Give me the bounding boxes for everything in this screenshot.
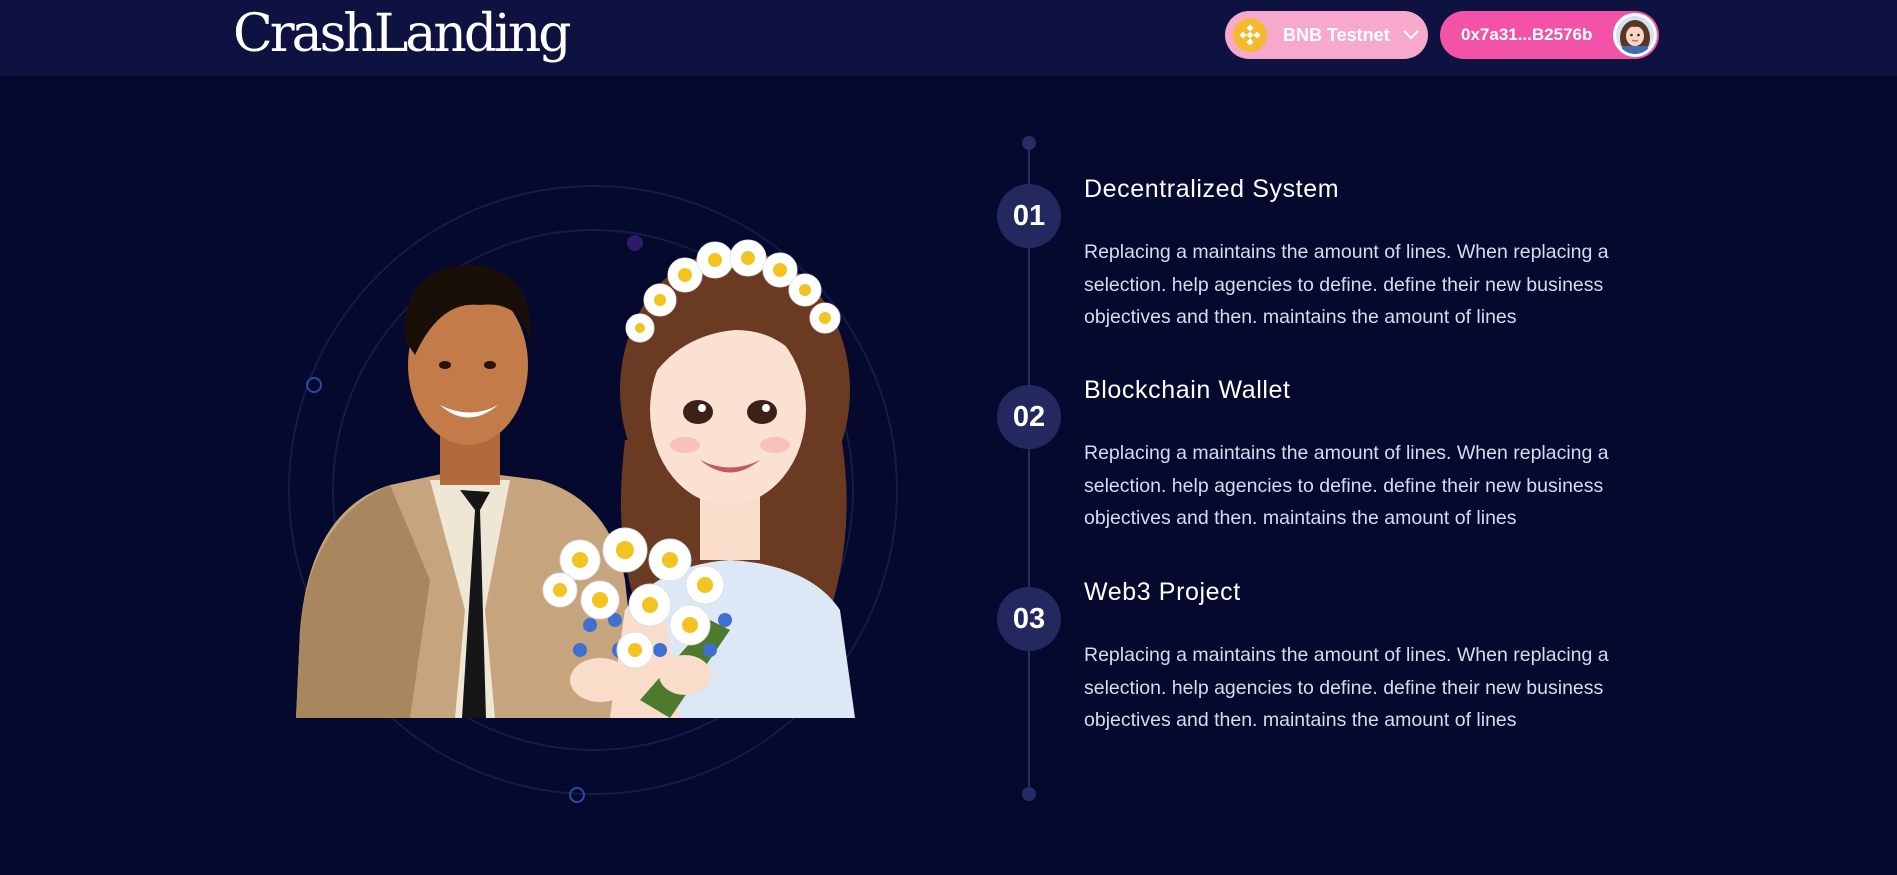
couple-with-flowers-illustration [280,180,920,820]
chevron-down-icon [1402,26,1420,44]
bnb-coin-icon [1233,18,1267,52]
feature-description: Replacing a maintains the amount of line… [1084,644,1609,731]
feature-title: Blockchain Wallet [1084,376,1291,404]
wallet-button[interactable]: 0x7a31...B2576b [1440,11,1659,59]
top-header: CrashLanding BNB Testnet 0x7a31...B2576b [0,0,1897,76]
feature-number-badge: 01 [997,184,1061,248]
network-label: BNB Testnet [1283,24,1390,45]
timeline-start-dot [1022,136,1036,150]
wallet-address: 0x7a31...B2576b [1461,25,1593,44]
feature-title: Web3 Project [1084,578,1241,606]
timeline-end-dot [1022,787,1036,801]
feature-number-badge: 02 [997,385,1061,449]
feature-description: Replacing a maintains the amount of line… [1084,241,1609,328]
feature-title: Decentralized System [1084,175,1340,203]
feature-number-badge: 03 [997,587,1061,651]
page: CrashLanding BNB Testnet 0x7a31...B2576b… [0,0,1897,875]
site-logo[interactable]: CrashLanding [233,2,572,66]
feature-description: Replacing a maintains the amount of line… [1084,442,1609,529]
user-avatar[interactable] [1613,13,1657,57]
network-selector-button[interactable]: BNB Testnet [1225,11,1428,59]
